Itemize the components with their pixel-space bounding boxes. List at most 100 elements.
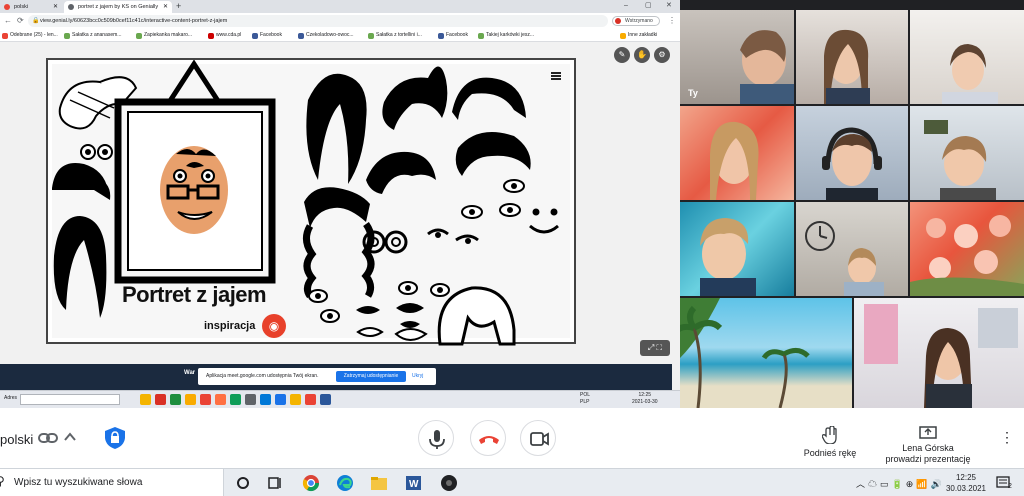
leave-call-button[interactable] [470, 420, 506, 456]
hair-outline-icon[interactable] [437, 286, 516, 346]
bookmark-item[interactable]: Takiej karkówki jesz... [478, 29, 534, 42]
genially-page: ✎ ✋ ⚙ Portret z jajem inspiracja ◉ ⤢ ⛶ W… [0, 42, 680, 390]
hide-button[interactable]: Ukryj [412, 368, 423, 385]
folder-icon[interactable] [290, 394, 301, 405]
chrome-icon[interactable] [302, 474, 320, 492]
participant-tile-self[interactable]: Ty [680, 10, 794, 104]
share-fullscreen-icon[interactable]: ⤢ ⛶ [640, 340, 670, 356]
camera-app-icon[interactable] [440, 474, 458, 492]
participant-tile-speaking[interactable] [796, 106, 908, 200]
close-tab-icon[interactable]: ✕ [53, 1, 58, 13]
hair-sticker-icon[interactable] [452, 77, 526, 120]
eye-stickers-icon[interactable] [308, 281, 450, 323]
bookmark-item[interactable]: Odebrane (25) - len... [2, 29, 58, 42]
bookmark-item[interactable]: www.cda.pl [208, 29, 241, 42]
bookmark-item[interactable]: Czekoladowo-owoc... [298, 29, 354, 42]
hair-sticker-icon[interactable] [382, 66, 448, 130]
task-view-icon[interactable] [234, 474, 252, 492]
folder-icon[interactable] [185, 394, 196, 405]
url-field[interactable]: 🔒 view.genial.ly/60623bcc0c509b0cef11c41… [28, 15, 608, 27]
close-tab-icon[interactable]: ✕ [163, 1, 168, 13]
presenter-name: Lena Górska [902, 443, 954, 453]
presenting-indicator[interactable]: Lena Górska prowadzi prezentację [876, 426, 980, 465]
microphone-button[interactable] [418, 420, 454, 456]
hair-sticker-icon[interactable] [455, 132, 531, 176]
participant-tile[interactable] [910, 106, 1024, 200]
maximize-button[interactable]: ▢ [645, 0, 652, 11]
participant-tile[interactable] [680, 298, 852, 408]
hamburger-menu-icon[interactable] [551, 72, 561, 80]
hair-sticker-icon[interactable] [53, 216, 107, 318]
minimize-button[interactable]: – [624, 0, 628, 11]
settings-icon[interactable]: ⚙ [654, 47, 670, 63]
black-cap-icon[interactable] [52, 163, 111, 200]
browser-tab-genially[interactable]: portret z jajem by KS on Genially ✕ [64, 1, 172, 13]
stop-sharing-button[interactable]: Zatrzymaj udostępnianie [336, 371, 406, 382]
hand-icon[interactable]: ✋ [634, 47, 650, 63]
edge-icon[interactable] [336, 474, 354, 492]
participant-tile[interactable] [796, 202, 908, 296]
bookmark-item[interactable]: Sałatka z ananasem... [64, 29, 121, 42]
more-options-icon[interactable]: ⋮ [1000, 430, 1014, 444]
participant-tile-presenter[interactable] [854, 298, 1024, 408]
eye-stickers-icon[interactable] [427, 179, 525, 244]
raise-hand-button[interactable]: Podnieś rękę [800, 426, 860, 458]
profile-paused-button[interactable]: Wstrzymano [612, 16, 660, 26]
app-icon[interactable] [215, 394, 226, 405]
browser-menu-icon[interactable]: ⋮ [668, 15, 676, 27]
link-icon[interactable] [38, 430, 58, 446]
skype-icon[interactable] [260, 394, 271, 405]
warning-text: War [184, 370, 196, 376]
lips-stickers-icon[interactable] [356, 303, 428, 341]
inner-time: 12:25 [638, 392, 652, 398]
app-icon[interactable] [320, 394, 331, 405]
shield-icon[interactable] [104, 426, 126, 450]
app-icon[interactable] [275, 394, 286, 405]
shared-windows-taskbar: Adres POL PLP 12:25 2021-03-30 [0, 390, 680, 408]
lock-icon: 🔒 [32, 18, 40, 24]
bookmark-item[interactable]: Facebook [438, 29, 468, 42]
address-input[interactable] [20, 394, 120, 405]
address-bar-row: ← ⟳ 🔒 view.genial.ly/60623bcc0c509b0cef1… [0, 13, 680, 29]
participant-tile[interactable] [910, 202, 1024, 296]
inner-date: 2021-03-30 [632, 399, 658, 405]
edge-icon[interactable] [230, 394, 241, 405]
task-view-windows-icon[interactable] [266, 474, 284, 492]
browser-tab-polski[interactable]: polski ✕ [0, 1, 62, 13]
hair-sticker-icon[interactable] [366, 151, 436, 194]
braids-hair-icon[interactable] [303, 187, 375, 299]
windows-taskbar: ⚲ Wpisz tu wyszukiwane słowa W ︿☁▭🔋⊕📶🔊 1… [0, 468, 1024, 496]
pdf-icon[interactable] [155, 394, 166, 405]
inner-tray-language: POL PLP [580, 392, 591, 405]
pencil-icon[interactable]: ✎ [614, 47, 630, 63]
participant-tile[interactable] [680, 106, 794, 200]
new-tab-button[interactable]: + [176, 1, 181, 12]
system-tray-icons[interactable]: ︿☁▭🔋⊕📶🔊 [856, 477, 945, 490]
taskbar-clock[interactable]: 12:25 30.03.2021 [944, 472, 988, 494]
bookmark-item[interactable]: Facebook [252, 29, 282, 42]
chevron-up-icon[interactable] [64, 432, 76, 442]
participant-tile[interactable] [796, 10, 908, 104]
smiley-sticker-icon[interactable] [529, 208, 559, 234]
camera-button[interactable] [520, 420, 556, 456]
participant-tile[interactable] [680, 202, 794, 296]
hair-sticker-icon[interactable] [306, 73, 367, 184]
bookmark-item[interactable]: Zapiekanka makaro... [136, 29, 192, 42]
bookmark-folder-other[interactable]: Inne zakładki [620, 29, 657, 42]
eyes-sticker-icon[interactable] [80, 144, 113, 160]
back-icon[interactable]: ← [4, 15, 12, 27]
app-icon[interactable] [245, 394, 256, 405]
folder-icon[interactable] [140, 394, 151, 405]
taskbar-search-box[interactable]: ⚲ Wpisz tu wyszukiwane słowa [0, 469, 224, 496]
participant-tile[interactable] [910, 10, 1024, 104]
eye-icon[interactable]: ◉ [262, 314, 286, 338]
office-icon[interactable] [200, 394, 211, 405]
close-window-button[interactable]: ✕ [666, 0, 672, 11]
word-icon[interactable]: W [404, 474, 422, 492]
bookmark-item[interactable]: Sałatka z tortellini i... [368, 29, 422, 42]
file-explorer-icon[interactable] [370, 474, 388, 492]
reload-icon[interactable]: ⟳ [17, 15, 24, 27]
chrome-icon[interactable] [305, 394, 316, 405]
screen: polski ✕ portret z jajem by KS on Genial… [0, 0, 1024, 496]
app-icon[interactable] [170, 394, 181, 405]
